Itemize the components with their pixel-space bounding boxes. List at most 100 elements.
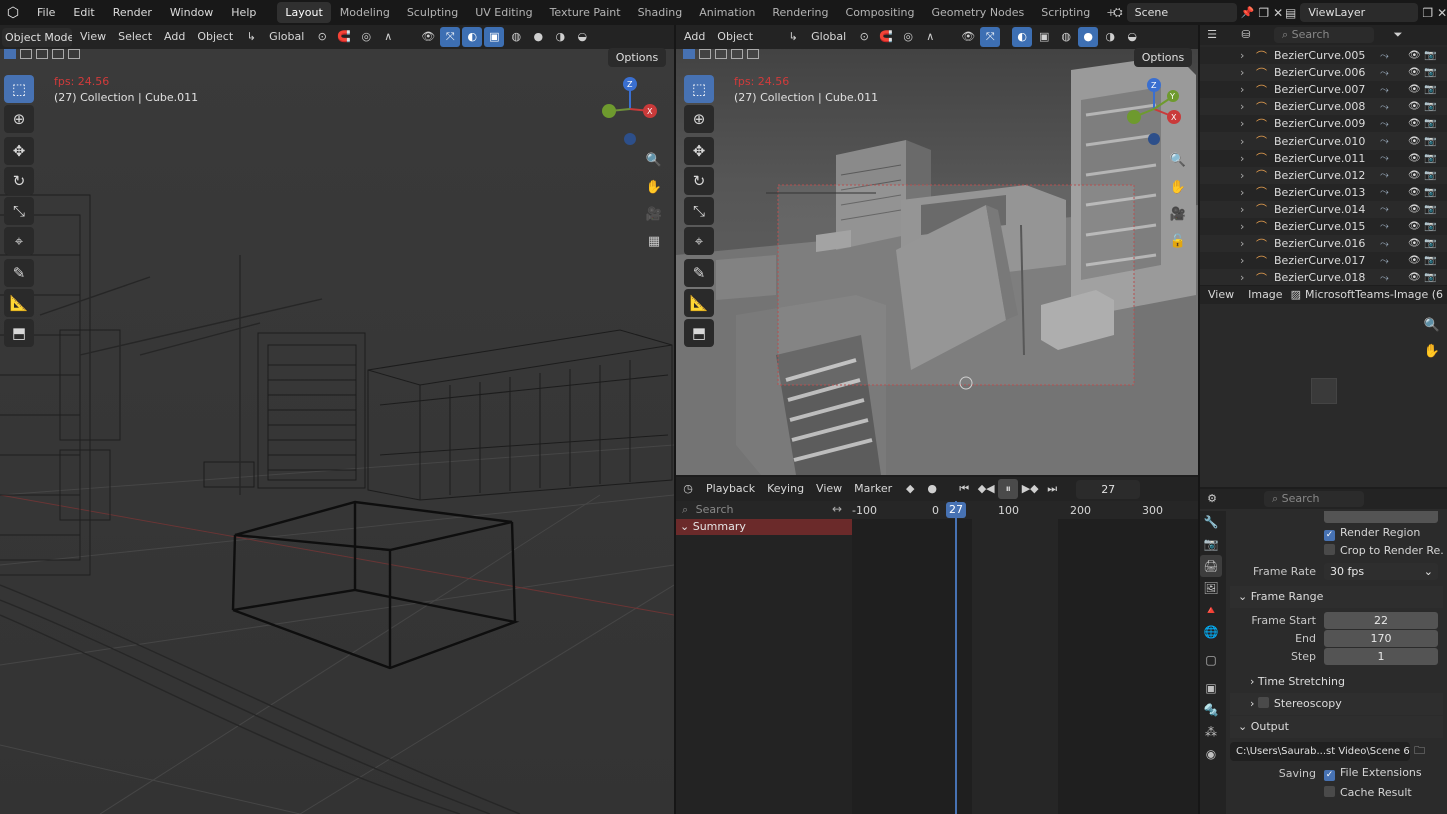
timeline-menu-keying[interactable]: Keying (761, 479, 810, 499)
outliner-row[interactable]: › ⌒ BezierCurve.005 ⤳ 👁 📷 (1200, 47, 1447, 65)
wireframe-shading-icon[interactable]: ◍ (1056, 27, 1076, 47)
expand-arrow-icon[interactable]: › (1240, 254, 1252, 267)
select-subtract-icon[interactable] (715, 49, 727, 59)
object-mode-dropdown[interactable]: Object Mode (2, 27, 72, 47)
solid-shading-icon[interactable]: ● (1078, 27, 1099, 47)
camera-view-icon[interactable]: 🎥 (642, 203, 666, 227)
select-box-tool-icon[interactable]: ⬚ (684, 75, 714, 103)
tab-layout[interactable]: Layout (277, 2, 331, 23)
outliner-row[interactable]: › ⌒ BezierCurve.018 ⤳ 👁 📷 (1200, 269, 1447, 285)
transform-orientation-icon[interactable]: ↳ (783, 27, 803, 47)
pan-hand-icon[interactable]: ✋ (642, 176, 666, 200)
tab-modeling[interactable]: Modeling (332, 2, 398, 23)
curve-data-icon[interactable]: ⤳ (1380, 202, 1394, 216)
menu-edit[interactable]: Edit (64, 0, 103, 25)
camera-view-icon[interactable]: 🎥 (1166, 203, 1190, 227)
left-viewport-menu-add[interactable]: Add (158, 27, 191, 47)
new-scene-icon[interactable]: ❐ (1258, 6, 1269, 20)
cursor-tool-icon[interactable]: ⊕ (684, 105, 714, 133)
curve-data-icon[interactable]: ⤳ (1380, 271, 1394, 285)
particles-tab-icon[interactable]: ⁂ (1200, 721, 1222, 743)
render-camera-icon[interactable]: 📷 (1424, 67, 1440, 78)
measure-tool-icon[interactable]: 📐 (684, 289, 714, 317)
folder-icon[interactable]: 🗀 (1414, 742, 1425, 761)
perspective-grid-icon[interactable]: ▦ (642, 230, 666, 254)
pan-hand-icon[interactable]: ✋ (1420, 340, 1444, 364)
render-camera-icon[interactable]: 📷 (1424, 272, 1440, 283)
expand-arrow-icon[interactable]: › (1240, 186, 1252, 199)
stereoscopy-checkbox[interactable] (1257, 697, 1269, 708)
channel-search[interactable]: ⌕ Search (682, 503, 852, 517)
curve-data-icon[interactable]: ⤳ (1380, 134, 1394, 148)
render-camera-icon[interactable]: 📷 (1424, 255, 1440, 266)
right-3d-viewport[interactable]: Add Object ↳ Global ⊙ 🧲 ◎ ∧ 👁 ⤧ ◐ ▣ ◍ ● ◑… (676, 25, 1198, 475)
left-viewport-menu-object[interactable]: Object (191, 27, 239, 47)
tab-rendering[interactable]: Rendering (764, 2, 836, 23)
image-view-menu[interactable]: View (1202, 286, 1240, 305)
zoom-icon[interactable]: 🔍 (1420, 314, 1444, 338)
pivot-icon[interactable]: ⊙ (854, 27, 874, 47)
outliner-editor-icon[interactable]: ☰ (1202, 25, 1222, 45)
outliner-row[interactable]: › ⌒ BezierCurve.015 ⤳ 👁 📷 (1200, 217, 1447, 236)
eye-icon[interactable]: 👁 (1408, 118, 1424, 129)
frame-rate-dropdown[interactable]: 30 fps ⌄ (1324, 563, 1438, 580)
menu-render[interactable]: Render (104, 0, 161, 25)
falloff-icon[interactable]: ∧ (920, 27, 940, 47)
cache-result-checkbox[interactable]: Cache Result (1324, 786, 1412, 799)
expand-arrow-icon[interactable]: › (1240, 271, 1252, 284)
pan-hand-icon[interactable]: ✋ (1166, 176, 1190, 200)
outliner-row[interactable]: › ⌒ BezierCurve.010 ⤳ 👁 📷 (1200, 132, 1447, 150)
material-shading-icon[interactable]: ◑ (1100, 27, 1120, 47)
eye-icon[interactable]: 👁 (1408, 204, 1424, 215)
visibility-icon[interactable]: 👁 (418, 27, 438, 47)
move-tool-icon[interactable]: ✥ (4, 137, 34, 165)
curve-data-icon[interactable]: ⤳ (1380, 66, 1394, 80)
area-separator-vertical[interactable] (674, 25, 676, 814)
proportional-edit-icon[interactable]: ◎ (356, 27, 376, 47)
eye-icon[interactable]: 👁 (1408, 84, 1424, 95)
outliner-row[interactable]: › ⌒ BezierCurve.008 ⤳ 👁 📷 (1200, 98, 1447, 116)
jump-keyframe-back-icon[interactable]: ◆◀ (976, 479, 996, 499)
select-new-icon[interactable] (4, 49, 16, 59)
clipped-field[interactable] (1324, 511, 1438, 523)
scene-selector[interactable]: Scene (1126, 3, 1237, 22)
properties-editor-icon[interactable]: ⚙ (1202, 489, 1222, 509)
delete-scene-icon[interactable]: ✕ (1273, 6, 1283, 20)
move-tool-icon[interactable]: ✥ (684, 137, 714, 165)
xray-icon[interactable]: ▣ (484, 27, 505, 47)
curve-data-icon[interactable]: ⤳ (1380, 100, 1394, 114)
timeline-menu-playback[interactable]: Playback (700, 479, 761, 499)
options-dropdown[interactable]: Options (1134, 48, 1192, 67)
menu-file[interactable]: File (28, 0, 64, 25)
overlay-icon[interactable]: ◐ (462, 27, 483, 47)
object-tab-icon[interactable]: ▣ (1200, 677, 1222, 699)
options-dropdown[interactable]: Options (608, 48, 666, 67)
swap-icon[interactable]: ↔ (832, 502, 842, 516)
image-browse-icon[interactable]: ▨ (1291, 286, 1301, 305)
curve-data-icon[interactable]: ⤳ (1380, 49, 1394, 63)
render-camera-icon[interactable]: 📷 (1424, 238, 1440, 249)
outliner-row[interactable]: › ⌒ BezierCurve.009 ⤳ 👁 📷 (1200, 115, 1447, 133)
eye-icon[interactable]: 👁 (1408, 221, 1424, 232)
outliner-row[interactable]: › ⌒ BezierCurve.006 ⤳ 👁 📷 (1200, 64, 1447, 82)
collapse-arrow-icon[interactable]: ⌄ (680, 520, 689, 533)
tab-compositing[interactable]: Compositing (838, 2, 923, 23)
eye-icon[interactable]: 👁 (1408, 238, 1424, 249)
xray-icon[interactable]: ▣ (1034, 27, 1054, 47)
time-stretching-panel-header[interactable]: › Time Stretching (1230, 671, 1443, 693)
render-camera-icon[interactable]: 📷 (1424, 136, 1440, 147)
eye-icon[interactable]: 👁 (1408, 272, 1424, 283)
expand-arrow-icon[interactable]: › (1240, 49, 1252, 62)
visibility-icon[interactable]: 👁 (958, 27, 978, 47)
rendered-shading-icon[interactable]: ◒ (572, 27, 592, 47)
select-intersect-icon[interactable] (747, 49, 759, 59)
select-extend-icon[interactable] (20, 49, 32, 59)
curve-data-icon[interactable]: ⤳ (1380, 237, 1394, 251)
expand-arrow-icon[interactable]: › (1240, 100, 1252, 113)
output-path-field[interactable]: C:\Users\Saurab...st Video\Scene 6\ (1230, 742, 1410, 761)
render-region-box[interactable] (777, 184, 1135, 386)
keyframe-icon[interactable]: ◆ (900, 479, 920, 499)
outliner-row[interactable]: › ⌒ BezierCurve.011 ⤳ 👁 📷 (1200, 149, 1447, 167)
cursor-tool-icon[interactable]: ⊕ (4, 105, 34, 133)
outliner-row[interactable]: › ⌒ BezierCurve.014 ⤳ 👁 📷 (1200, 200, 1447, 218)
